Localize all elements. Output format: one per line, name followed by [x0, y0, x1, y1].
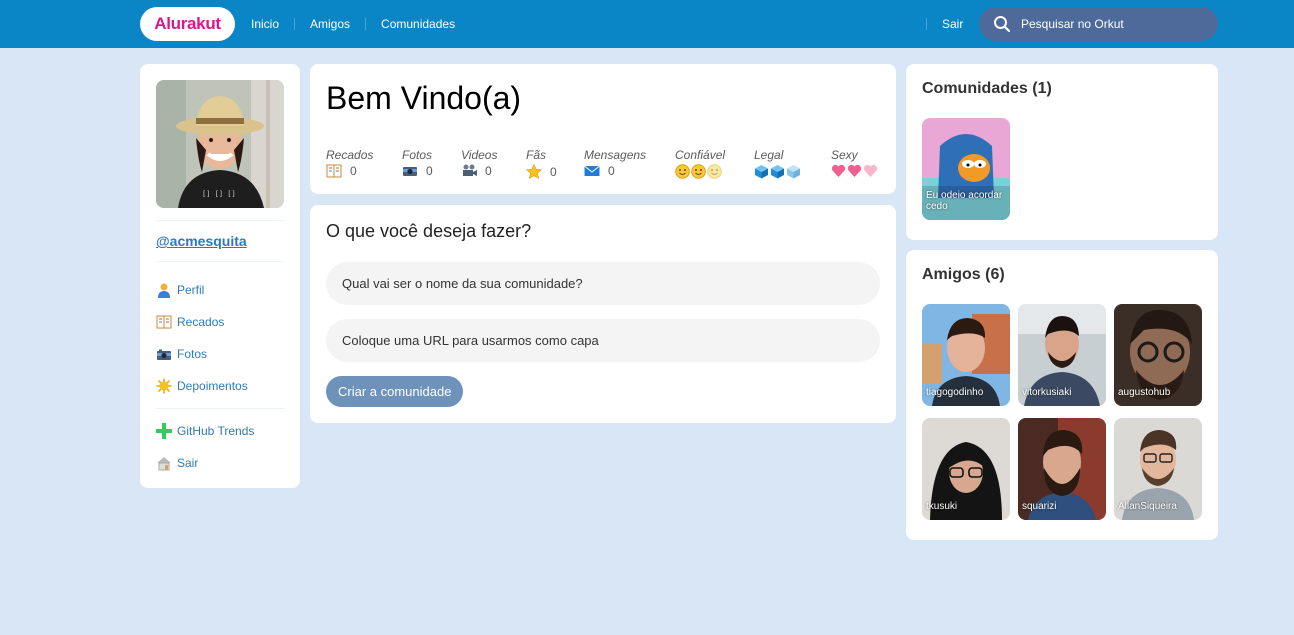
- friend-name: tiagogodinho: [926, 387, 984, 398]
- rating-sexy[interactable]: Sexy: [831, 148, 879, 179]
- community-name: Eu odeio acordar cedo: [926, 190, 1003, 212]
- rating-label: Sexy: [831, 148, 858, 162]
- friend-tile[interactable]: squarizi: [1018, 418, 1106, 520]
- book-icon: [156, 315, 172, 329]
- community-cover-url-input[interactable]: [326, 319, 880, 362]
- friends-title: Amigos (6): [922, 266, 1005, 283]
- menu-item-label: Recados: [177, 315, 225, 329]
- rating-confiavel[interactable]: Confiável: [675, 148, 754, 179]
- friend-name: AllanSiqueira: [1118, 501, 1177, 512]
- book-icon: [326, 164, 342, 178]
- user-icon: [158, 283, 170, 298]
- friend-name: squarizi: [1022, 501, 1057, 512]
- menu-item-fotos[interactable]: Fotos: [156, 338, 284, 370]
- heart-icon: [831, 164, 846, 177]
- cube-icon: [771, 165, 784, 179]
- heart-icon: [863, 164, 878, 177]
- divider: [156, 220, 284, 221]
- stat-value: 0: [426, 164, 433, 178]
- nav-inicio[interactable]: Inicio: [236, 18, 294, 30]
- plus-icon: [156, 423, 172, 439]
- stat-value: 0: [350, 164, 357, 178]
- nav-amigos[interactable]: Amigos: [294, 18, 365, 30]
- friend-tile[interactable]: augustohub: [1114, 304, 1202, 406]
- divider: [156, 408, 284, 409]
- menu-item-github-trends[interactable]: GitHub Trends: [156, 415, 284, 447]
- profile-username[interactable]: @acmesquita: [156, 233, 284, 249]
- stat-mensagens[interactable]: Mensagens 0: [584, 148, 675, 179]
- main-nav: Inicio Amigos Comunidades: [236, 0, 470, 48]
- stat-label: Fotos: [402, 148, 433, 162]
- rating-label: Legal: [754, 148, 784, 162]
- cube-icon: [787, 165, 800, 179]
- stats-bar: Recados 0 Fotos 0 Videos 0 Fãs 0 Mensage…: [326, 148, 880, 179]
- menu-item-label: Sair: [177, 456, 199, 470]
- menu-item-recados[interactable]: Recados: [156, 306, 284, 338]
- envelope-icon: [584, 165, 600, 176]
- search-box[interactable]: [979, 7, 1218, 41]
- divider: [156, 261, 284, 262]
- stat-value: 0: [550, 164, 557, 179]
- stat-recados[interactable]: Recados 0: [326, 148, 402, 179]
- rating-label: Confiável: [675, 148, 726, 162]
- smiley-icon: [691, 164, 706, 179]
- welcome-panel: Bem Vindo(a) Recados 0 Fotos 0 Videos 0 …: [310, 64, 896, 194]
- stat-videos[interactable]: Videos 0: [461, 148, 526, 179]
- stat-label: Mensagens: [584, 148, 647, 162]
- stat-fotos[interactable]: Fotos 0: [402, 148, 461, 179]
- stat-label: Fãs: [526, 148, 547, 162]
- smiley-icon: [707, 164, 722, 179]
- search-input[interactable]: [1021, 17, 1201, 31]
- logout-link[interactable]: Sair: [926, 18, 978, 30]
- logo[interactable]: Alurakut: [140, 7, 235, 41]
- friend-name: augustohub: [1118, 387, 1171, 398]
- stat-label: Videos: [461, 148, 498, 162]
- avatar[interactable]: [] [] []: [156, 80, 284, 208]
- profile-sidebar: [] [] [] @acmesquita Perfil Recados Foto…: [140, 64, 300, 488]
- star-icon: [526, 164, 542, 179]
- friend-tile[interactable]: tkusuki: [922, 418, 1010, 520]
- stat-fas[interactable]: Fãs 0: [526, 148, 584, 179]
- camera-icon: [157, 349, 171, 360]
- friend-tile[interactable]: vitorkusiaki: [1018, 304, 1106, 406]
- sun-icon: [156, 378, 172, 394]
- menu-item-perfil[interactable]: Perfil: [156, 274, 284, 306]
- menu-item-label: Depoimentos: [177, 379, 248, 393]
- house-icon: [157, 457, 171, 471]
- menu-item-sair[interactable]: Sair: [156, 447, 284, 479]
- communities-box: Comunidades (1) Eu odeio acordar cedo: [906, 64, 1218, 240]
- right-nav: Sair: [926, 0, 978, 48]
- heart-icon: [847, 164, 862, 177]
- rating-legal[interactable]: Legal: [754, 148, 831, 179]
- create-community-button[interactable]: Criar a comunidade: [326, 376, 464, 407]
- stat-value: 0: [485, 164, 492, 178]
- friend-name: tkusuki: [926, 501, 958, 512]
- welcome-title: Bem Vindo(a): [326, 80, 522, 116]
- friend-name: vitorkusiaki: [1022, 387, 1072, 398]
- nav-comunidades[interactable]: Comunidades: [365, 18, 470, 30]
- menu-item-label: GitHub Trends: [177, 424, 255, 438]
- community-name-input[interactable]: [326, 262, 880, 305]
- community-tile[interactable]: Eu odeio acordar cedo: [922, 118, 1010, 220]
- smiley-icon: [675, 164, 690, 179]
- communities-title: Comunidades (1): [922, 80, 1052, 97]
- svg-text:[] [] []: [] [] []: [202, 190, 236, 198]
- friends-box: Amigos (6) tiagogodinho vitorkusiaki aug…: [906, 250, 1218, 540]
- friend-tile[interactable]: AllanSiqueira: [1114, 418, 1202, 520]
- menu-item-label: Fotos: [177, 347, 208, 361]
- camera-icon: [403, 167, 417, 176]
- cube-icon: [755, 165, 768, 179]
- search-icon: [994, 16, 1011, 33]
- menu-item-label: Perfil: [177, 283, 205, 297]
- stat-label: Recados: [326, 148, 374, 162]
- top-bar: Alurakut Inicio Amigos Comunidades Sair: [0, 0, 1294, 48]
- video-camera-icon: [463, 164, 477, 176]
- menu-item-depoimentos[interactable]: Depoimentos: [156, 370, 284, 402]
- friend-tile[interactable]: tiagogodinho: [922, 304, 1010, 406]
- form-title: O que você deseja fazer?: [326, 221, 532, 241]
- create-community-form: O que você deseja fazer? Criar a comunid…: [310, 205, 896, 423]
- stat-value: 0: [608, 164, 615, 178]
